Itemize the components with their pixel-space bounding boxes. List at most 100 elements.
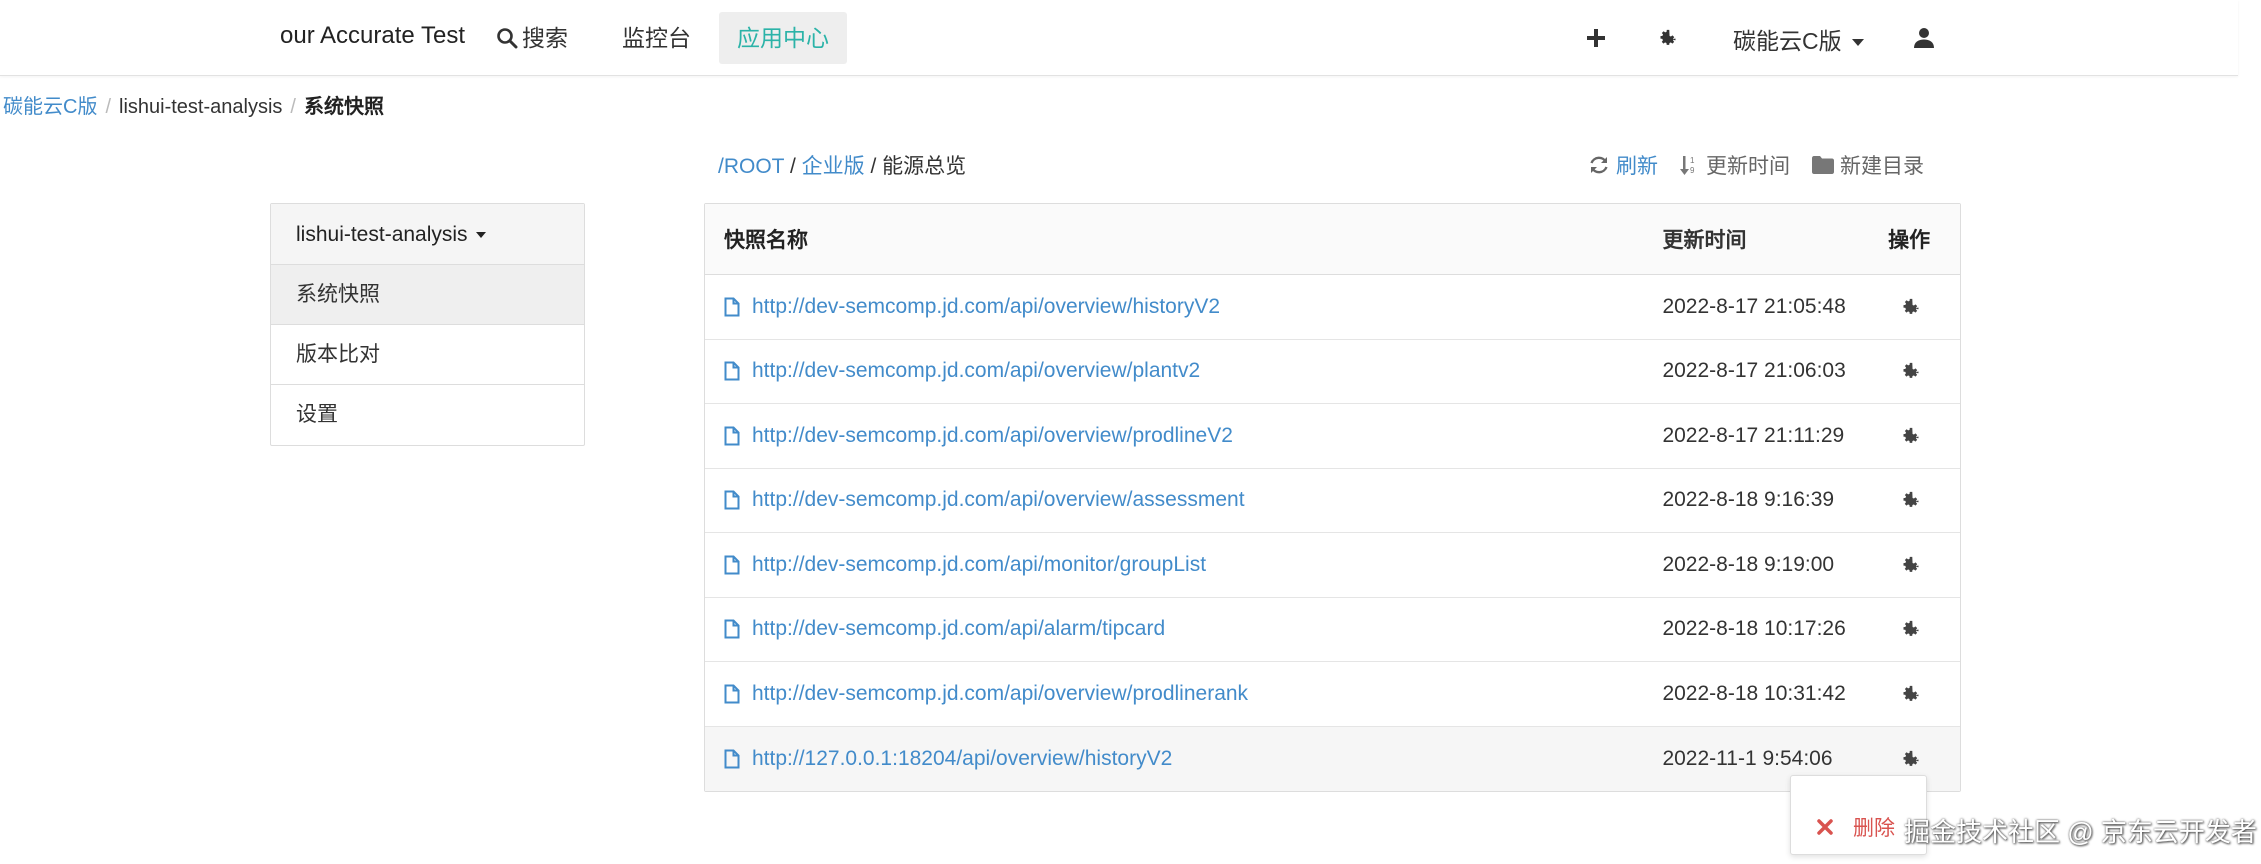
snapshot-link[interactable]: http://127.0.0.1:18204/api/overview/hist… [752, 747, 1172, 771]
table-body: http://dev-semcomp.jd.com/api/overview/h… [705, 275, 1960, 791]
row-settings-button[interactable] [1880, 296, 1960, 318]
new-directory-label: 新建目录 [1840, 155, 1924, 178]
snapshot-link[interactable]: http://dev-semcomp.jd.com/api/overview/p… [752, 682, 1248, 706]
user-icon [1914, 28, 1934, 48]
nav-app-center[interactable]: 应用中心 [719, 12, 847, 64]
row-settings-button[interactable] [1880, 618, 1960, 640]
sidebar-item-snapshot[interactable]: 系统快照 [271, 265, 584, 325]
breadcrumb: 碳能云C版 / lishui-test-analysis / 系统快照 [3, 90, 384, 119]
sort-time-label: 更新时间 [1706, 155, 1790, 178]
gear-icon [1903, 363, 1919, 379]
file-icon [724, 297, 740, 317]
snapshot-link[interactable]: http://dev-semcomp.jd.com/api/overview/a… [752, 488, 1245, 512]
chevron-down-icon [1851, 39, 1864, 47]
snapshot-table: 快照名称 更新时间 操作 http://dev-semcomp.jd.com/a… [704, 203, 1961, 792]
breadcrumb-separator: / [290, 96, 296, 118]
snapshot-name-cell: http://dev-semcomp.jd.com/api/overview/h… [705, 295, 1662, 319]
path-separator: / [864, 155, 883, 178]
gear-icon [1903, 298, 1919, 314]
chevron-down-icon [475, 232, 486, 239]
close-icon [1817, 819, 1833, 835]
project-name: lishui-test-analysis [296, 223, 468, 246]
snapshot-name-cell: http://dev-semcomp.jd.com/api/monitor/gr… [705, 553, 1662, 577]
nav-search[interactable]: 搜索 [478, 12, 586, 64]
gear-icon [1903, 492, 1919, 508]
table-row: http://dev-semcomp.jd.com/api/overview/p… [705, 340, 1960, 404]
breadcrumb-separator: / [105, 96, 112, 118]
toolbar: 刷新 1 9 更新时间 新建目录 [1588, 150, 1924, 180]
table-row: http://dev-semcomp.jd.com/api/overview/a… [705, 469, 1960, 533]
row-settings-button[interactable] [1880, 554, 1960, 576]
snapshot-name-cell: http://dev-semcomp.jd.com/api/overview/p… [705, 424, 1662, 448]
file-icon [724, 361, 740, 381]
snapshot-link[interactable]: http://dev-semcomp.jd.com/api/overview/h… [752, 295, 1220, 319]
table-header: 快照名称 更新时间 操作 [705, 204, 1960, 275]
refresh-label: 刷新 [1616, 155, 1658, 178]
refresh-icon [1590, 156, 1608, 174]
column-header-time: 更新时间 [1662, 229, 1747, 252]
file-icon [724, 684, 740, 704]
file-icon [724, 749, 740, 769]
watermark: 掘金技术社区 @ 京东云开发者 [1904, 817, 2257, 847]
gear-icon [1903, 621, 1919, 637]
breadcrumb-root[interactable]: 碳能云C版 [3, 96, 97, 118]
org-label: 碳能云C版 [1733, 28, 1842, 54]
folder-icon [1812, 156, 1834, 174]
path-root[interactable]: /ROOT [718, 155, 784, 178]
row-settings-button[interactable] [1880, 360, 1960, 382]
snapshot-name-cell: http://dev-semcomp.jd.com/api/overview/a… [705, 488, 1662, 512]
project-dropdown[interactable]: lishui-test-analysis [271, 204, 584, 265]
sidebar-item-compare[interactable]: 版本比对 [271, 325, 584, 385]
table-row: http://dev-semcomp.jd.com/api/overview/p… [705, 662, 1960, 727]
org-dropdown[interactable]: 碳能云C版 [1733, 22, 1864, 56]
nav-console[interactable]: 监控台 [604, 12, 709, 64]
svg-text:9: 9 [1690, 166, 1695, 175]
sidebar: lishui-test-analysis 系统快照 版本比对 设置 [270, 203, 585, 446]
new-directory-button[interactable]: 新建目录 [1812, 150, 1924, 180]
sort-time-button[interactable]: 1 9 更新时间 [1680, 150, 1790, 180]
refresh-button[interactable]: 刷新 [1588, 150, 1658, 180]
row-settings-button[interactable] [1880, 748, 1960, 770]
row-settings-button[interactable] [1880, 489, 1960, 511]
table-row: http://dev-semcomp.jd.com/api/monitor/gr… [705, 533, 1960, 598]
delete-label: 删除 [1853, 817, 1895, 840]
add-button[interactable] [1580, 22, 1612, 54]
directory-path: /ROOT / 企业版 / 能源总览 [718, 150, 966, 180]
top-navbar: our Accurate Test 搜索 监控台 应用中心 碳能云C版 [0, 0, 2238, 76]
snapshot-time-cell: 2022-8-17 21:11:29 [1662, 423, 1845, 447]
snapshot-link[interactable]: http://dev-semcomp.jd.com/api/overview/p… [752, 359, 1200, 383]
file-icon [724, 619, 740, 639]
gear-icon [1903, 685, 1919, 701]
row-settings-button[interactable] [1880, 683, 1960, 705]
table-row: http://dev-semcomp.jd.com/api/overview/h… [705, 275, 1960, 340]
user-button[interactable] [1908, 22, 1940, 54]
gear-icon [1903, 556, 1919, 572]
settings-button[interactable] [1652, 22, 1684, 54]
snapshot-time-cell: 2022-11-1 9:54:06 [1662, 746, 1833, 770]
table-row: http://dev-semcomp.jd.com/api/overview/p… [705, 404, 1960, 469]
sidebar-item-settings[interactable]: 设置 [271, 385, 584, 445]
row-settings-button[interactable] [1880, 425, 1960, 447]
snapshot-name-cell: http://dev-semcomp.jd.com/api/alarm/tipc… [705, 617, 1662, 641]
snapshot-link[interactable]: http://dev-semcomp.jd.com/api/monitor/gr… [752, 553, 1206, 577]
snapshot-time-cell: 2022-8-18 10:31:42 [1662, 681, 1846, 705]
snapshot-link[interactable]: http://dev-semcomp.jd.com/api/alarm/tipc… [752, 617, 1165, 641]
brand-title[interactable]: our Accurate Test [280, 22, 465, 50]
column-header-op: 操作 [1888, 229, 1931, 252]
svg-text:1: 1 [1690, 156, 1695, 165]
sort-icon: 19 [1680, 156, 1695, 175]
breadcrumb-project[interactable]: lishui-test-analysis [119, 96, 282, 118]
snapshot-link[interactable]: http://dev-semcomp.jd.com/api/overview/p… [752, 424, 1233, 448]
snapshot-name-cell: http://dev-semcomp.jd.com/api/overview/p… [705, 682, 1662, 706]
delete-menu-item[interactable]: 删除 [1817, 812, 1895, 842]
path-level1[interactable]: 企业版 [802, 155, 865, 178]
snapshot-time-cell: 2022-8-18 9:16:39 [1662, 488, 1835, 512]
breadcrumb-current: 系统快照 [303, 96, 384, 118]
path-current: 能源总览 [882, 155, 967, 178]
snapshot-name-cell: http://127.0.0.1:18204/api/overview/hist… [705, 747, 1662, 771]
file-icon [724, 490, 740, 510]
column-header-name: 快照名称 [724, 229, 808, 252]
table-row: http://dev-semcomp.jd.com/api/alarm/tipc… [705, 598, 1960, 662]
path-separator: / [784, 155, 802, 178]
gear-icon [1903, 750, 1919, 766]
